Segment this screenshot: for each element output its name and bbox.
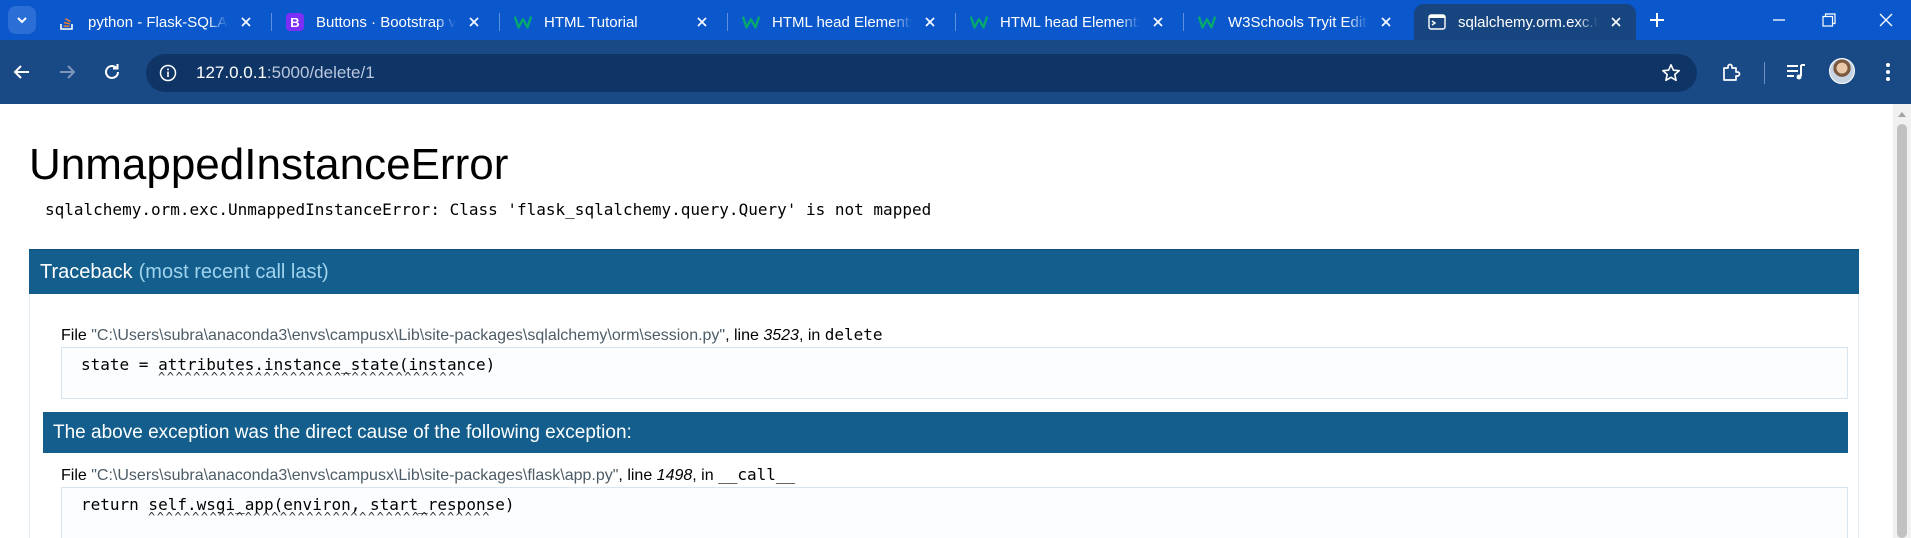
close-icon[interactable] [1376,12,1396,32]
new-tab-button[interactable] [1645,8,1669,32]
minimize-button[interactable] [1767,8,1791,32]
vertical-scrollbar[interactable] [1893,104,1911,538]
frame-function: delete [824,325,883,344]
playlist-icon [1787,64,1805,80]
tab-html-head-2[interactable]: HTML head Elements [956,4,1178,40]
tab-stackoverflow[interactable]: python - Flask-SQLAlchemy [44,4,266,40]
profile-avatar[interactable] [1829,58,1855,84]
traceback-header: Traceback (most recent call last) [29,249,1859,294]
stackoverflow-icon [58,13,76,31]
scroll-up-arrow-icon[interactable] [1898,112,1906,117]
tab-title: HTML head Elements [772,13,912,31]
url-path: :5000/delete/1 [266,63,375,82]
w3schools-icon [970,13,988,31]
tab-tryit-editor[interactable]: W3Schools Tryit Editor [1184,4,1406,40]
frame-location: File "C:\Users\subra\anaconda3\envs\camp… [61,465,795,485]
traceback-label: Traceback [40,260,133,283]
exception-cause-header: The above exception was the direct cause… [43,412,1848,453]
error-message: sqlalchemy.orm.exc.UnmappedInstanceError… [45,200,932,219]
reload-icon [105,64,119,79]
arrow-right-icon [60,65,76,79]
close-icon[interactable] [464,12,484,32]
frame-in-label: , in [798,327,825,344]
browser-menu-button[interactable] [1872,56,1904,88]
frame-prefix: File [61,467,92,484]
frame-file: "C:\Users\subra\anaconda3\envs\campusx\L… [91,467,619,484]
frame-line-label: , line [725,327,764,344]
frame-function: __call__ [718,465,796,484]
frame-line-label: , line [618,467,657,484]
site-info-icon[interactable] [156,61,180,85]
close-icon[interactable] [692,12,712,32]
w3schools-icon [1198,13,1216,31]
terminal-icon [1428,13,1446,31]
scrollbar-thumb[interactable] [1897,124,1907,538]
tab-title: sqlalchemy.orm.exc.UnmappedInstanceError [1458,13,1598,31]
arrow-left-icon [13,65,29,79]
reload-button[interactable] [96,56,128,88]
frame-line-number: 1498 [656,467,693,484]
tab-strip: python - Flask-SQLAlchemy B Buttons · Bo… [0,0,1911,40]
code-carets: ^^^^^^^^^^^^^^^^^^^^^^^^^^^^^^^^^^^^^^^ [148,510,491,524]
frame-location: File "C:\Users\subra\anaconda3\envs\camp… [61,325,883,345]
url-text[interactable]: 127.0.0.1:5000/delete/1 [196,63,375,83]
code-carets: ^^^^^^^^^^^^^^^^^^^^^^^^^^^^^^^^^^^ [158,370,466,384]
minimize-icon [1773,19,1785,21]
close-icon[interactable] [920,12,940,32]
puzzle-icon [1723,63,1741,81]
browser-toolbar: 127.0.0.1:5000/delete/1 [0,40,1911,104]
tab-bootstrap[interactable]: B Buttons · Bootstrap v5 [272,4,494,40]
tab-title: W3Schools Tryit Editor [1228,13,1368,31]
close-icon[interactable] [236,12,256,32]
close-icon [1879,13,1893,27]
restore-button[interactable] [1817,8,1841,32]
window-close-button[interactable] [1874,8,1898,32]
media-controls-button[interactable] [1780,56,1812,88]
tab-active-sqlalchemy[interactable]: sqlalchemy.orm.exc.UnmappedInstanceError [1414,4,1636,40]
tab-html-head-1[interactable]: HTML head Elements [728,4,950,40]
code-snippet[interactable]: state = attributes.instance_state(instan… [61,347,1848,399]
address-bar[interactable]: 127.0.0.1:5000/delete/1 [146,54,1697,92]
tab-title: HTML head Elements [1000,13,1140,31]
chevron-down-icon [17,17,27,24]
w3schools-icon [742,13,760,31]
traceback-subtitle: (most recent call last) [138,260,329,283]
tab-title: HTML Tutorial [544,13,638,31]
url-host: 127.0.0.1 [196,63,267,82]
svg-text:B: B [290,15,299,30]
frame-file: "C:\Users\subra\anaconda3\envs\campusx\L… [91,327,726,344]
frame-in-label: , in [692,467,719,484]
toolbar-divider [1764,62,1765,84]
extensions-button[interactable] [1715,56,1747,88]
tab-title: python - Flask-SQLAlchemy [88,13,228,31]
close-icon[interactable] [1606,12,1626,32]
forward-button[interactable] [51,56,83,88]
more-vertical-icon [1886,63,1890,81]
error-title: UnmappedInstanceError [29,140,509,189]
tab-search-button[interactable] [8,6,36,34]
w3schools-icon [514,13,532,31]
close-icon[interactable] [1148,12,1168,32]
tab-title: Buttons · Bootstrap v5 [316,13,456,31]
tab-html-tutorial[interactable]: HTML Tutorial [500,4,722,40]
code-snippet[interactable]: return self.wsgi_app(environ, start_resp… [61,487,1848,538]
page-content: UnmappedInstanceError sqlalchemy.orm.exc… [0,104,1893,538]
bookmark-star-icon[interactable] [1659,61,1683,85]
bootstrap-icon: B [286,13,304,31]
frame-prefix: File [61,327,92,344]
restore-icon [1822,13,1836,27]
plus-icon [1650,13,1664,27]
frame-line-number: 3523 [763,327,799,344]
back-button[interactable] [6,56,38,88]
